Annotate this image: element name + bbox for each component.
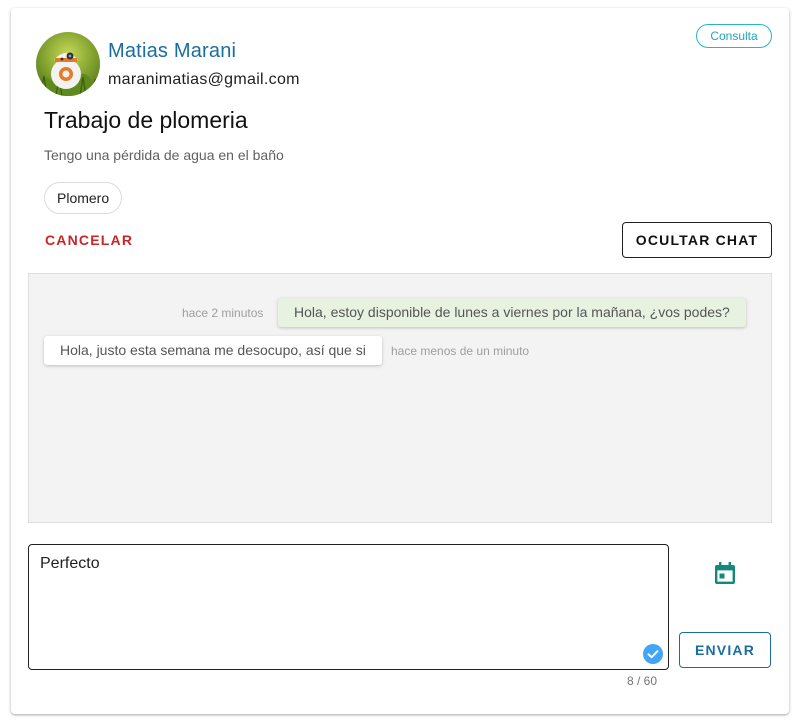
hide-chat-button[interactable]: OCULTAR CHAT xyxy=(622,222,772,258)
avatar xyxy=(36,32,100,96)
category-chip: Plomero xyxy=(44,182,123,214)
request-description: Tengo una pérdida de agua en el baño xyxy=(44,147,284,163)
message-time: hace 2 minutos xyxy=(182,306,264,320)
message-time: hace menos de un minuto xyxy=(391,344,530,358)
chat-area[interactable]: hace 2 minutos Hola, estoy disponible de… xyxy=(28,273,772,523)
cancel-button[interactable]: CANCELAR xyxy=(37,224,141,256)
robot-avatar-icon xyxy=(36,32,100,96)
message-input[interactable]: Perfecto xyxy=(40,555,640,655)
user-name: Matias Marani xyxy=(108,40,237,62)
request-type-badge: Consulta xyxy=(696,24,772,48)
incoming-message: Hola, justo esta semana me desocupo, así… xyxy=(44,336,382,365)
outgoing-message: Hola, estoy disponible de lunes a vierne… xyxy=(278,298,746,327)
user-email: maranimatias@gmail.com xyxy=(108,71,300,88)
message-field: Perfecto xyxy=(28,544,669,670)
request-card: Consulta Matias Marani maranimatias@gmai… xyxy=(11,8,789,714)
request-title: Trabajo de plomeria xyxy=(44,107,248,133)
calendar-button[interactable] xyxy=(708,556,742,590)
calendar-icon xyxy=(715,562,735,584)
send-button[interactable]: ENVIAR xyxy=(679,632,771,668)
character-counter: 8 / 60 xyxy=(626,674,657,688)
check-circle-icon xyxy=(643,644,663,664)
